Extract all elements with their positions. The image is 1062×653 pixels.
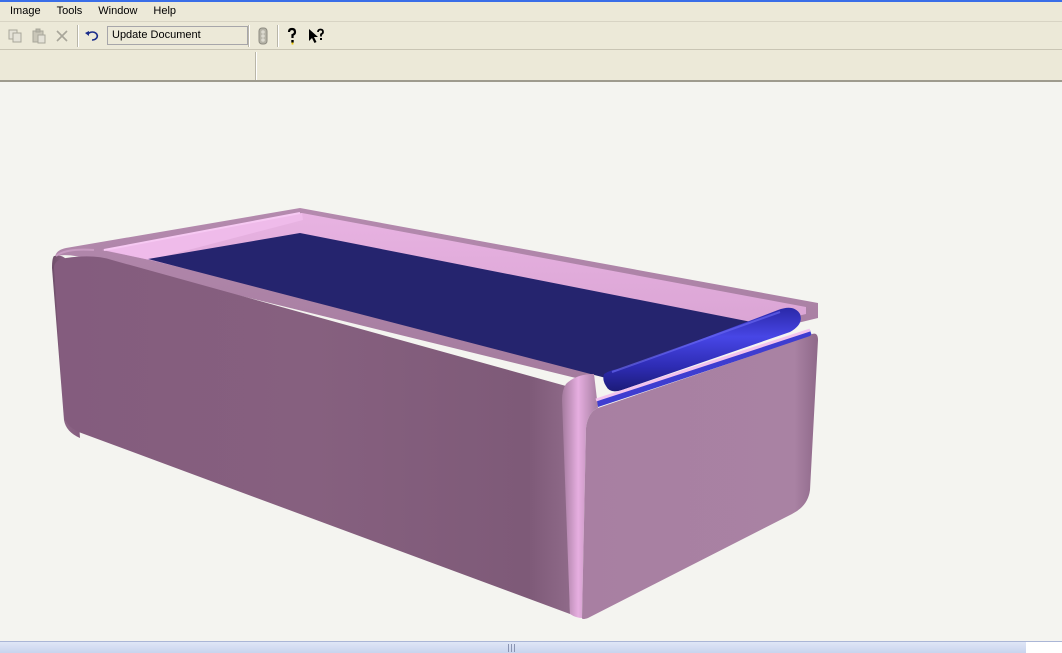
- paste-icon: [32, 28, 46, 44]
- toolbar-separator: [277, 25, 279, 47]
- update-document-field[interactable]: Update Document: [107, 26, 248, 45]
- secondary-toolbar: [0, 50, 1062, 82]
- undo-button[interactable]: [82, 26, 102, 46]
- status-bar: [0, 641, 1062, 653]
- toolbar-divider: [255, 52, 257, 80]
- 3d-viewport[interactable]: [0, 82, 1062, 641]
- traffic-light-button[interactable]: [253, 26, 273, 46]
- menu-image[interactable]: Image: [0, 2, 47, 21]
- menu-tools[interactable]: Tools: [47, 2, 89, 21]
- delete-button[interactable]: [52, 26, 72, 46]
- menu-bar: Image Tools Window Help: [0, 2, 1062, 22]
- status-bar-panel: [1026, 642, 1062, 653]
- undo-icon: [85, 31, 99, 41]
- tray-model: [52, 208, 818, 619]
- paste-button[interactable]: [29, 26, 49, 46]
- help-icon: [287, 27, 297, 45]
- context-help-icon: [309, 28, 324, 43]
- standard-toolbar: Update Document: [0, 22, 1062, 50]
- copy-icon: [8, 29, 22, 43]
- toolbar-separator: [77, 25, 79, 47]
- menu-help[interactable]: Help: [143, 2, 182, 21]
- toolbar-separator: [248, 25, 250, 47]
- delete-icon: [56, 30, 68, 42]
- status-bar-grip[interactable]: [508, 644, 516, 652]
- copy-button[interactable]: [5, 26, 25, 46]
- menu-window[interactable]: Window: [88, 2, 143, 21]
- context-help-button[interactable]: [306, 26, 326, 46]
- traffic-light-icon: [258, 27, 268, 45]
- help-button[interactable]: [282, 26, 302, 46]
